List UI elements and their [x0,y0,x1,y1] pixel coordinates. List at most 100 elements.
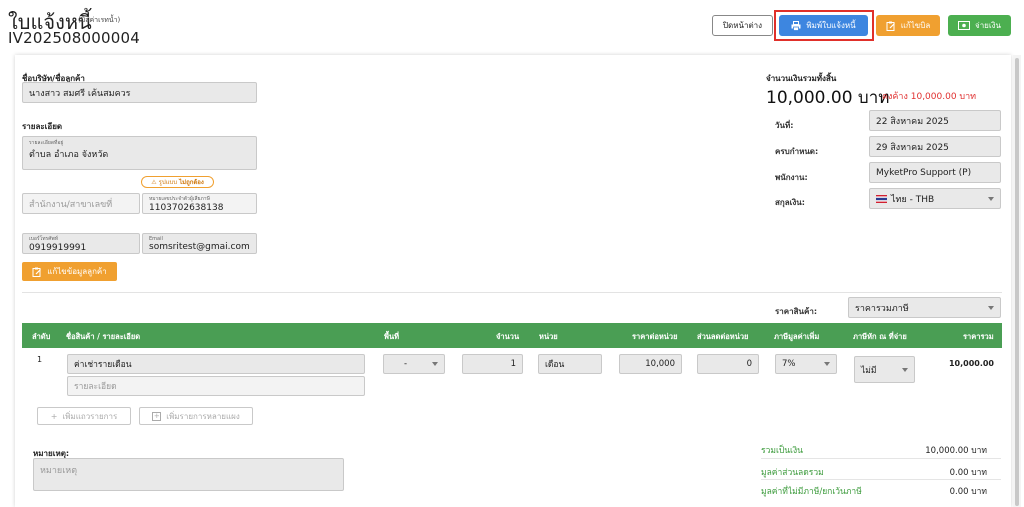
address-value: ตำบล อำเภอ จังหวัด [29,150,109,160]
chevron-down-icon [824,362,830,366]
edit-customer-label: แก้ไขข้อมูลลูกค้า [47,267,107,276]
col-no: ลำดับ [32,332,51,341]
close-window-button[interactable]: ปิดหน้าต่าง [712,15,773,36]
notes-placeholder: หมายเหตุ [40,466,78,476]
edit-clipboard-icon [886,21,895,31]
taxid-value: 1103702638138 [149,202,224,213]
wht-value: ไม่มี [861,365,877,376]
col-unit: หน่วย [539,332,558,341]
totals-divider [761,479,1001,480]
details-label: รายละเอียด [22,122,63,131]
currency-value: ไทย - THB [891,194,935,205]
unit-price-field[interactable]: 10,000 [619,354,682,374]
chevron-down-icon [432,362,438,366]
price-type-label: ราคาสินค้า: [775,307,818,316]
page-subtitle: (บิลค่าเรทน้ำ) [78,16,121,24]
subtotal-value: 10,000.00 บาท [925,446,987,456]
printer-icon [791,20,801,31]
chevron-down-icon [988,196,994,201]
format-badge-prefix: รูปแบบ [158,179,178,186]
totals-divider [761,458,1001,459]
item-detail-field[interactable]: รายละเอียด [67,376,365,396]
discount-total-label: มูลค่าส่วนลดรวม [761,468,824,478]
add-row-label: เพิ่มแถวรายการ [62,411,118,421]
thai-flag-icon [876,194,887,203]
invoice-panel [15,55,1011,507]
due-date-field[interactable]: 29 สิงหาคม 2025 [869,136,1001,157]
area-select[interactable]: - [383,354,445,374]
scrollbar-thumb[interactable] [1015,58,1019,506]
edit-clipboard-icon [32,267,42,277]
plus-icon: + [50,411,58,421]
owed-amount: คงค้าง 10,000.00 บาท [882,92,977,102]
col-vat: ภาษีมูลค่าเพิ่ม [774,332,820,341]
staff-label: พนักงาน: [775,173,808,182]
unit-value: เดือน [545,360,565,370]
format-badge: ⚠ รูปแบบ ไม่ถูกต้อง [141,176,214,188]
close-window-label: ปิดหน้าต่าง [722,21,763,30]
col-wht: ภาษีหัก ณ ที่จ่าย [853,332,907,341]
vat-select[interactable]: 7% [775,354,837,374]
due-date-label: ครบกำหนด: [775,147,819,156]
col-discount: ส่วนลดต่อหน่วย [697,332,749,341]
qty-field[interactable]: 1 [462,354,523,374]
vat-value: 7% [782,359,796,369]
chevron-down-icon [902,367,908,372]
items-table-header: ลำดับ ชื่อสินค้า / รายละเอียด พื้นที่ จำ… [22,323,1002,348]
item-detail-placeholder: รายละเอียด [74,382,117,392]
unit-field[interactable]: เดือน [538,354,602,374]
address-field[interactable]: รายละเอียดที่อยู่ ตำบล อำเภอ จังหวัด [22,136,257,170]
chevron-down-icon [988,305,994,310]
print-invoice-label: พิมพ์ใบแจ้งหนี้ [806,21,856,30]
staff-value: MyketPro Support (P) [876,167,972,178]
currency-select[interactable]: ไทย - THB [869,188,1001,209]
date-field[interactable]: 22 สิงหาคม 2025 [869,110,1001,131]
format-badge-status: ไม่ถูกต้อง [179,179,204,186]
address-label: รายละเอียดที่อยู่ [29,140,64,146]
discount-value: 0 [746,359,752,369]
taxid-field[interactable]: หมายเลขประจำตัวผู้เสียภาษี 1103702638138 [142,193,257,214]
col-qty: จำนวน [496,332,520,341]
phone-value: 0919919991 [29,242,87,253]
company-name-field[interactable]: นางสาว สมศรี เค้นสมควร [22,82,257,103]
notes-field[interactable]: หมายเหตุ [33,458,344,491]
item-name-value: ค่าเช่ารายเดือน [74,360,132,370]
row-number: 1 [37,355,43,364]
add-multi-icon: + [152,411,162,421]
row-total: 10,000.00 [948,359,994,368]
discount-field[interactable]: 0 [697,354,759,374]
discount-total-value: 0.00 บาท [949,468,987,478]
currency-label: สกุลเงิน: [775,198,805,207]
date-label: วันที่: [775,121,794,130]
email-value: somsritest@gmai.com [149,241,250,252]
col-total: ราคารวม [963,332,994,341]
company-name-value: นางสาว สมศรี เค้นสมควร [29,88,131,99]
add-row-button[interactable]: + เพิ่มแถวรายการ [37,407,131,425]
taxid-label: หมายเลขประจำตัวผู้เสียภาษี [149,195,210,202]
wht-select[interactable]: ไม่มี [854,356,915,383]
pay-button[interactable]: จ่ายเงิน [948,15,1011,36]
document-number: IV202508000004 [8,29,141,47]
print-invoice-button[interactable]: พิมพ์ใบแจ้งหนี้ [779,15,868,36]
total-amount: 10,000.00 บาท [766,88,890,108]
edit-customer-button[interactable]: แก้ไขข้อมูลลูกค้า [22,262,117,281]
date-value: 22 สิงหาคม 2025 [876,116,949,127]
branch-field[interactable]: สำนักงาน/สาขาเลขที่ [22,193,140,214]
add-multi-button[interactable]: + เพิ่มรายการหลายแผง [139,407,253,425]
email-field[interactable]: Email somsritest@gmai.com [142,233,257,254]
section-divider [22,292,1002,293]
price-type-select[interactable]: ราคารวมภาษี [848,297,1001,318]
add-multi-label: เพิ่มรายการหลายแผง [166,411,240,421]
phone-field[interactable]: เบอร์โทรศัพท์ 0919919991 [22,233,140,254]
edit-bill-button[interactable]: แก้ไขบิล [876,15,940,36]
col-area: พื้นที่ [384,332,400,341]
price-type-value: ราคารวมภาษี [855,303,909,314]
col-item: ชื่อสินค้า / รายละเอียด [66,332,141,341]
nonvat-value: 0.00 บาท [949,487,987,497]
subtotal-label: รวมเป็นเงิน [761,446,803,456]
pay-label: จ่ายเงิน [975,21,1001,30]
staff-field[interactable]: MyketPro Support (P) [869,162,1001,183]
item-name-field[interactable]: ค่าเช่ารายเดือน [67,354,365,374]
area-value: - [404,359,408,369]
nonvat-label: มูลค่าที่ไม่มีภาษี/ยกเว้นภาษี [761,487,862,497]
